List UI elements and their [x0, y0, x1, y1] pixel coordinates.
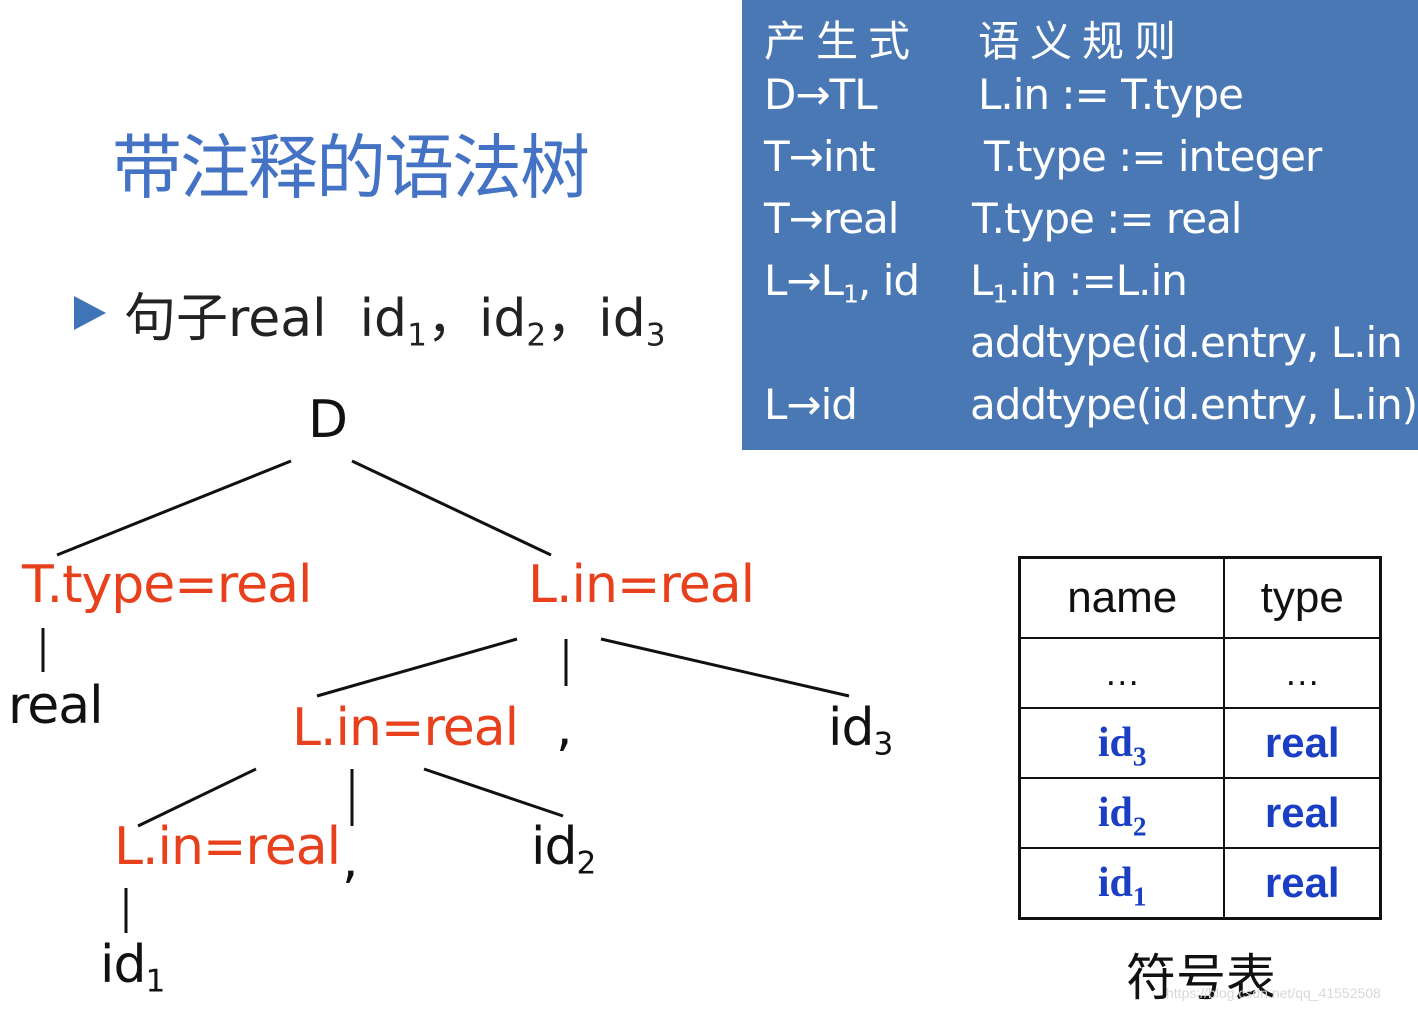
tree-leaf-id2: id2	[531, 817, 596, 882]
cell-name: …	[1018, 637, 1226, 709]
watermark: https://blog.csdn.net/qq_41552508	[1166, 985, 1381, 1001]
edge-l-l2	[316, 637, 518, 698]
table-row: id3 real	[1018, 707, 1382, 779]
tree-node-l-in-2: L.in=real	[292, 698, 519, 758]
table-row: id1 real	[1018, 847, 1382, 920]
edge-l-id3	[600, 637, 850, 698]
edge-d-l	[351, 459, 552, 557]
tree-node-t-type: T.type=real	[22, 555, 312, 615]
tree-leaf-id1: id1	[100, 935, 165, 1000]
cell-type: …	[1223, 637, 1382, 709]
cell-type: real	[1223, 777, 1382, 849]
tree-leaf-real: real	[8, 676, 104, 736]
table-row: … …	[1018, 637, 1382, 709]
tree-node-l-in-1: L.in=real	[528, 555, 755, 615]
cell-name: id3	[1018, 707, 1226, 779]
edge-d-t	[56, 459, 292, 557]
tree-leaf-comma-2: ,	[342, 830, 359, 890]
tree-node-l-in-3: L.in=real	[114, 817, 341, 877]
cell-name: id1	[1018, 847, 1226, 920]
cell-type: real	[1223, 707, 1382, 779]
header-type: type	[1223, 556, 1382, 639]
edge-l2-id2	[423, 767, 564, 818]
cell-name: id2	[1018, 777, 1226, 849]
table-row: id2 real	[1018, 777, 1382, 849]
symbol-table-header: name type	[1018, 556, 1382, 639]
tree-root-d: D	[308, 390, 348, 450]
cell-type: real	[1223, 847, 1382, 920]
tree-leaf-comma-1: ,	[556, 698, 573, 758]
symbol-table: name type … … id3 real id2 real id1 real	[1018, 556, 1382, 920]
tree-leaf-id3: id3	[828, 698, 893, 763]
header-name: name	[1018, 556, 1226, 639]
